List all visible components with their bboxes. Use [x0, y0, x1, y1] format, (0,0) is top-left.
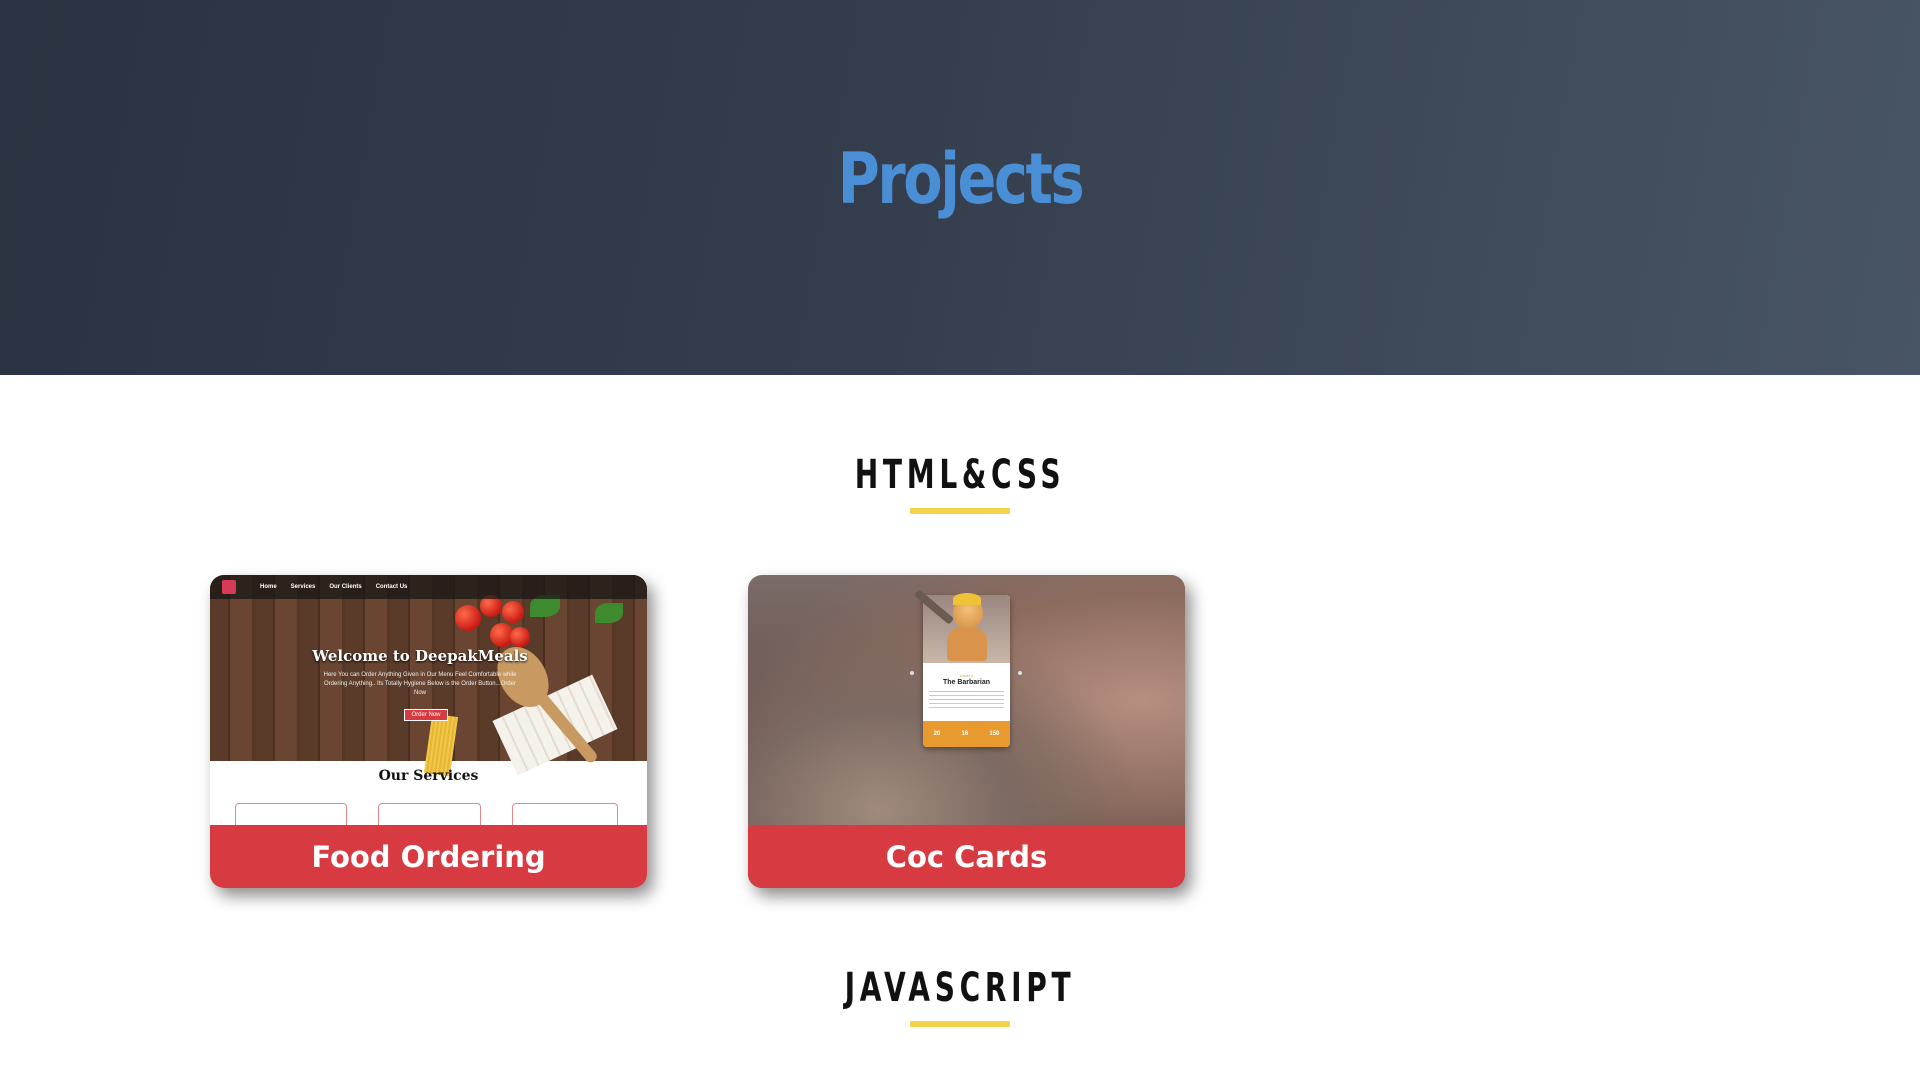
- tomato-illustration: [455, 605, 481, 631]
- preview-welcome-heading: Welcome to DeepakMeals: [312, 647, 528, 665]
- sword-illustration: [913, 589, 955, 625]
- preview-services-title: Our Services: [378, 768, 479, 784]
- food-ordering-preview: Home Services Our Clients Contact Us Wel…: [210, 575, 647, 777]
- preview-description-lines: [929, 691, 1004, 709]
- section-title-javascript: JAVASCRIPT: [844, 965, 1076, 1011]
- preview-order-button: Order Now: [404, 709, 448, 721]
- section-underline: [910, 508, 1010, 514]
- project-card-food-ordering[interactable]: Home Services Our Clients Contact Us Wel…: [210, 575, 647, 888]
- section-underline: [910, 1021, 1010, 1027]
- slider-dot-icon: [1018, 671, 1022, 675]
- slider-dot-icon: [910, 671, 914, 675]
- project-card-coc-cards[interactable]: Level 4 The Barbarian 20 16 150 Coc Card…: [748, 575, 1185, 888]
- hero-banner: Projects: [0, 0, 1920, 375]
- barbarian-image: [913, 589, 1010, 663]
- preview-welcome-text: Here You can Order Anything Given in Our…: [323, 672, 517, 696]
- project-card-caption: Food Ordering: [210, 825, 647, 888]
- preview-character-name: The Barbarian: [942, 679, 991, 686]
- preview-character-card: Level 4 The Barbarian 20 16 150: [913, 589, 1010, 747]
- preview-stats-bar: 20 16 150: [923, 721, 1010, 747]
- section-title-html-css: HTML&CSS: [854, 452, 1066, 498]
- preview-level-text: Level 4: [960, 673, 973, 678]
- preview-navbar: Home Services Our Clients Contact Us: [210, 575, 647, 599]
- preview-logo-icon: [222, 580, 236, 594]
- page-title: Projects: [837, 138, 1085, 220]
- project-card-caption: Coc Cards: [748, 825, 1185, 888]
